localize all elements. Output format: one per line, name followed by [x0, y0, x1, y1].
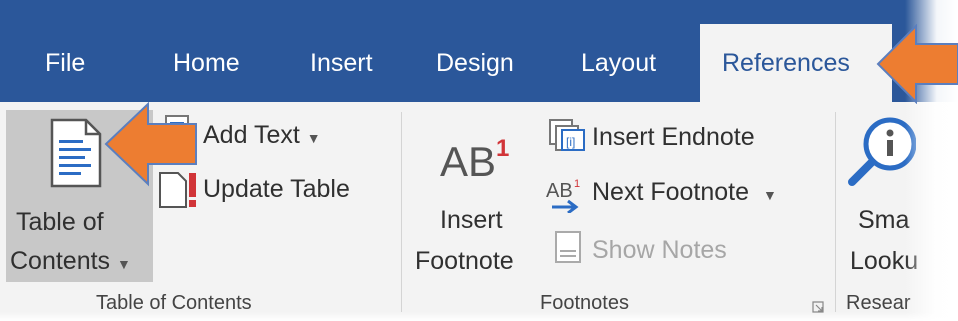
next-footnote-icon: AB 1 [546, 178, 580, 213]
insert-endnote-icon: [i] [549, 119, 585, 151]
show-notes-button: Show Notes [592, 236, 727, 264]
toc-button-label-line1: Table of [16, 208, 104, 236]
table-of-contents-icon [50, 118, 102, 188]
chevron-down-icon: ▼ [762, 187, 777, 203]
group-divider [401, 112, 402, 312]
chevron-down-icon: ▼ [306, 130, 321, 146]
tab-insert[interactable]: Insert [310, 46, 373, 80]
insert-endnote-button[interactable]: Insert Endnote [592, 122, 755, 152]
group-divider [835, 112, 836, 312]
show-notes-icon [555, 231, 581, 263]
insert-footnote-label-line2[interactable]: Footnote [415, 246, 514, 276]
chevron-down-icon: ▼ [117, 256, 131, 272]
tab-references-label: References [722, 49, 850, 77]
edge-fade-bottom [0, 312, 958, 321]
svg-text:[i]: [i] [566, 135, 575, 149]
svg-text:AB: AB [546, 180, 573, 202]
insert-footnote-icon: AB1 [440, 135, 510, 185]
tab-design[interactable]: Design [436, 46, 514, 80]
svg-text:1: 1 [574, 178, 580, 190]
callout-arrow-left [104, 102, 197, 187]
add-text-button[interactable]: Add Text ▼ [203, 120, 321, 153]
smart-lookup-label-line1[interactable]: Sma [858, 205, 909, 235]
callout-arrow-right [876, 24, 958, 104]
update-table-button[interactable]: Update Table [203, 174, 350, 204]
word-ribbon-screenshot: File Home Insert Design Layout Reference… [0, 0, 958, 321]
tab-file[interactable]: File [45, 46, 85, 80]
next-footnote-button[interactable]: Next Footnote ▼ [592, 177, 777, 210]
tab-home[interactable]: Home [173, 46, 240, 80]
tab-layout[interactable]: Layout [581, 46, 656, 80]
insert-footnote-label-line1[interactable]: Insert [440, 205, 503, 235]
toc-button-label-line2: Contents ▼ [10, 247, 131, 275]
